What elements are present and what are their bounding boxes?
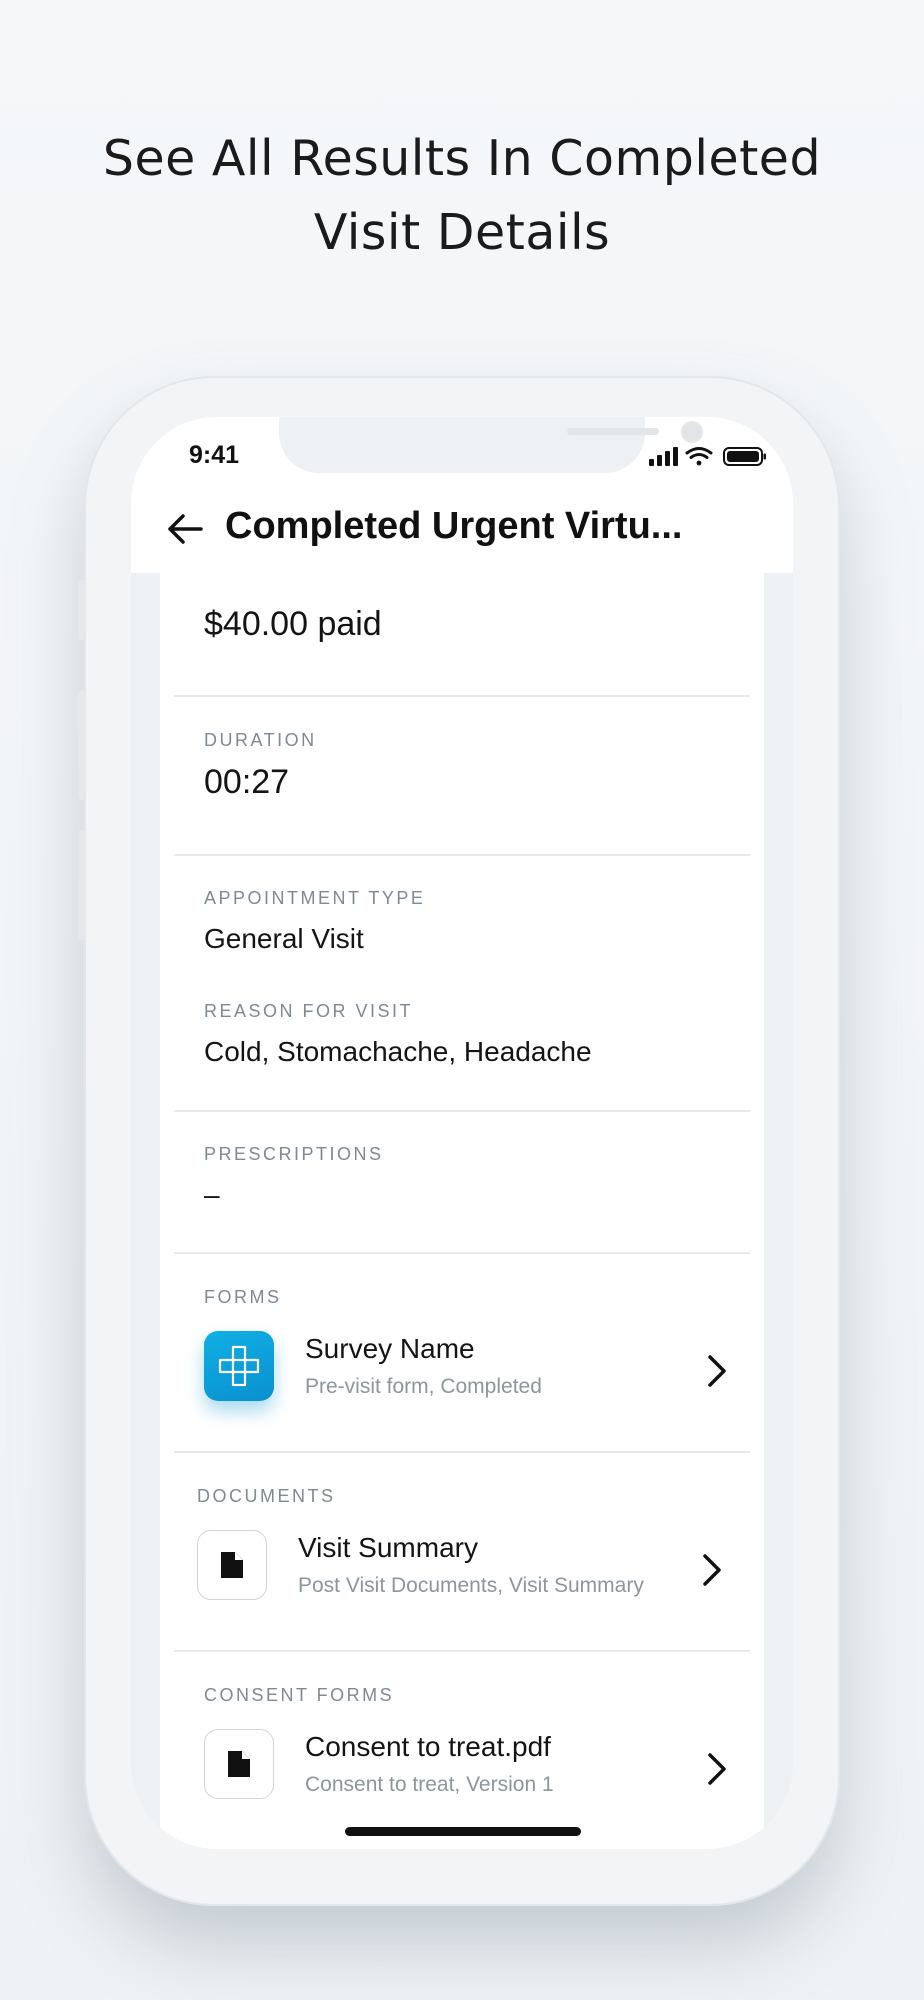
divider (174, 854, 750, 856)
consent-form-subtitle: Consent to treat, Version 1 (305, 1773, 554, 1796)
phone-volume-up (78, 690, 86, 800)
document-icon (204, 1729, 274, 1799)
consent-form-title: Consent to treat.pdf (305, 1731, 551, 1762)
visit-details-card: $40.00 paid DURATION 00:27 APPOINTMENT T… (160, 573, 764, 1849)
divider (174, 1650, 750, 1652)
appointment-type-value: General Visit (204, 923, 364, 954)
consent-form-list-item[interactable]: Consent to treat.pdf Consent to treat, V… (160, 1711, 764, 1821)
document-list-item[interactable]: Visit Summary Post Visit Documents, Visi… (160, 1512, 764, 1622)
back-arrow-icon[interactable] (165, 509, 205, 549)
document-icon (197, 1530, 267, 1600)
home-indicator[interactable] (345, 1827, 581, 1836)
prescriptions-label: PRESCRIPTIONS (204, 1144, 384, 1164)
headline-line-1: See All Results In Completed (102, 130, 822, 187)
duration-value: 00:27 (204, 763, 290, 801)
prescriptions-value: – (204, 1179, 220, 1210)
divider (174, 1110, 750, 1112)
payment-amount: $40.00 paid (204, 605, 382, 643)
form-list-item[interactable]: Survey Name Pre-visit form, Completed (160, 1313, 764, 1423)
divider (174, 1451, 750, 1453)
forms-label: FORMS (204, 1287, 282, 1307)
appointment-type-label: APPOINTMENT TYPE (204, 888, 426, 908)
divider (174, 695, 750, 697)
duration-label: DURATION (204, 730, 317, 750)
signal-icon (649, 447, 678, 466)
app-header: 9:41 Completed Urgent Virtu... (131, 417, 793, 573)
medical-cross-icon (204, 1331, 274, 1401)
form-subtitle: Pre-visit form, Completed (305, 1375, 542, 1398)
wifi-icon (685, 447, 713, 466)
speaker-grille (567, 428, 659, 435)
reason-value: Cold, Stomachache, Headache (204, 1036, 592, 1067)
chevron-right-icon (708, 1753, 726, 1785)
headline-line-2: Visit Details (313, 204, 611, 261)
form-title: Survey Name (305, 1333, 475, 1364)
consent-forms-label: CONSENT FORMS (204, 1685, 395, 1705)
marketing-headline: See All Results In Completed Visit Detai… (0, 122, 924, 270)
phone-screen: 9:41 Completed Urgent Virtu... $40.00 pa… (131, 417, 793, 1849)
page-title: Completed Urgent Virtu... (225, 505, 683, 547)
documents-label: DOCUMENTS (197, 1486, 336, 1506)
chevron-right-icon (703, 1554, 721, 1586)
battery-icon (723, 447, 766, 466)
notch (279, 417, 703, 473)
divider (174, 1252, 750, 1254)
document-subtitle: Post Visit Documents, Visit Summary (298, 1574, 644, 1597)
phone-silent-switch (78, 580, 86, 640)
document-title: Visit Summary (298, 1532, 478, 1563)
status-time: 9:41 (189, 441, 240, 469)
phone-volume-down (78, 830, 86, 940)
reason-label: REASON FOR VISIT (204, 1001, 414, 1021)
status-icons (649, 447, 766, 466)
front-camera (681, 421, 703, 443)
chevron-right-icon (708, 1355, 726, 1387)
